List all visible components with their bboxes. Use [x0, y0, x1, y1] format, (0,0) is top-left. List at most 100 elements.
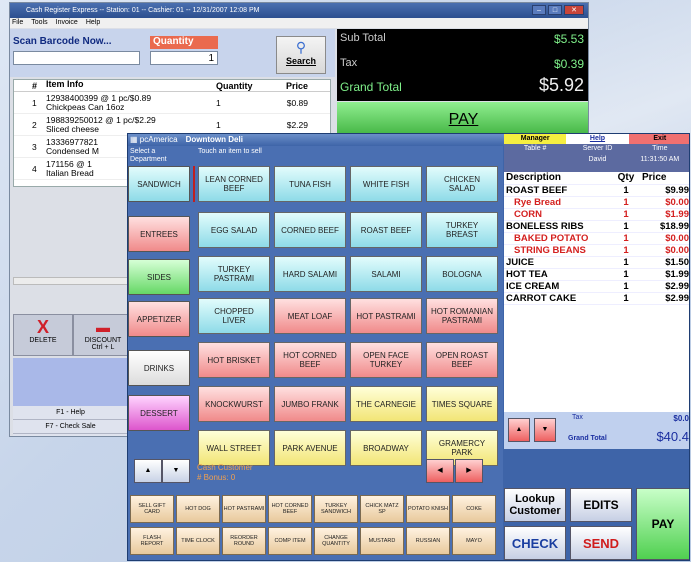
receipt-line[interactable]: ROAST BEEF 1 $9.99 [504, 185, 689, 197]
minus-icon: ▬ [96, 319, 110, 335]
item-button[interactable]: BOLOGNA [426, 256, 498, 292]
quick-button[interactable]: MUSTARD [360, 527, 404, 555]
discount-button[interactable]: ▬ DISCOUNT Ctrl + L [73, 314, 133, 356]
menu-tools[interactable]: Tools [31, 18, 47, 28]
item-button[interactable]: CHOPPED LIVER [198, 298, 270, 334]
f7-check-sale-button[interactable]: F7 - Check Sale [13, 420, 128, 434]
function-key-bar: F1 - Help F7 - Check Sale [13, 406, 128, 436]
item-button[interactable]: WALL STREET [198, 430, 270, 466]
receipt-totals: ▲ ▼ Tax $0.0 Grand Total $40.4 [504, 412, 689, 449]
quick-button[interactable]: FLASH REPORT [130, 527, 174, 555]
item-button[interactable]: TURKEY PASTRAMI [198, 256, 270, 292]
quick-button[interactable]: REORDER ROUND [222, 527, 266, 555]
pay-button-pos[interactable]: PAY [636, 488, 689, 560]
arrow-right-icon: ▶ [466, 467, 472, 474]
receipt-down-button[interactable]: ▼ [534, 418, 556, 442]
edits-button[interactable]: EDITS [570, 488, 632, 522]
quick-button[interactable]: RUSSIAN [406, 527, 450, 555]
maximize-icon[interactable]: □ [548, 5, 562, 15]
brand-label: pcAmerica [139, 135, 178, 144]
receipt-tax-value: $0.0 [673, 414, 689, 423]
send-button[interactable]: SEND [570, 526, 632, 560]
pay-button[interactable]: PAY [337, 102, 588, 136]
receipt-line[interactable]: HOT TEA 1 $1.99 [504, 269, 689, 281]
arrow-up-icon: ▲ [515, 426, 523, 433]
receipt-modifier-line[interactable]: BAKED POTATO 1 $0.00 [504, 233, 689, 245]
receipt-line[interactable]: CARROT CAKE 1 $2.99 [504, 293, 689, 305]
item-button[interactable]: OPEN FACE TURKEY [350, 342, 422, 378]
grand-total-value: $5.92 [538, 75, 584, 95]
subtotal-label: Sub Total [340, 32, 386, 44]
item-button[interactable]: EGG SALAD [198, 212, 270, 248]
item-button[interactable]: MEAT LOAF [274, 298, 346, 334]
item-button[interactable]: HOT ROMANIAN PASTRAMI [426, 298, 498, 334]
barcode-input[interactable] [13, 51, 140, 65]
dept-appetizer[interactable]: APPETIZER [128, 301, 190, 337]
table-row[interactable]: 1 12938400399 @ 1 pc/$0.89 Chickpeas Can … [14, 92, 330, 114]
receipt-panel: Manager Help Exit Table # Server ID Time… [504, 134, 689, 560]
totals-panel: Sub Total $5.53 Tax $0.39 Grand Total $5… [337, 29, 588, 101]
check-button[interactable]: CHECK [504, 526, 566, 560]
dept-sides[interactable]: SIDES [128, 259, 190, 295]
menu-invoice[interactable]: Invoice [56, 18, 78, 28]
minimize-icon[interactable]: – [532, 5, 546, 15]
quick-button[interactable]: CHICK MATZ SP [360, 495, 404, 523]
quick-button[interactable]: HOT DOG [176, 495, 220, 523]
item-button[interactable]: HOT BRISKET [198, 342, 270, 378]
item-button[interactable]: BROADWAY [350, 430, 422, 466]
item-button[interactable]: LEAN CORNED BEEF [198, 166, 270, 202]
menu-file[interactable]: File [12, 18, 23, 28]
item-button[interactable]: CORNED BEEF [274, 212, 346, 248]
quick-button[interactable]: TURKEY SANDWICH [314, 495, 358, 523]
dept-dessert[interactable]: DESSERT [128, 395, 190, 431]
lookup-customer-button[interactable]: Lookup Customer [504, 488, 566, 522]
quick-button[interactable]: HOT CORNED BEEF [268, 495, 312, 523]
quick-button[interactable]: CHANGE QUANTITY [314, 527, 358, 555]
receipt-up-button[interactable]: ▲ [508, 418, 530, 442]
item-button[interactable]: WHITE FISH [350, 166, 422, 202]
delete-button[interactable]: X DELETE [13, 314, 73, 356]
quick-button[interactable]: TIME CLOCK [176, 527, 220, 555]
close-icon[interactable]: ✕ [564, 5, 584, 15]
receipt-modifier-line[interactable]: CORN 1 $1.99 [504, 209, 689, 221]
receipt-modifier-line[interactable]: STRING BEANS 1 $0.00 [504, 245, 689, 257]
customer-info: Cash Customer # Bonus: 0 [197, 463, 253, 482]
search-button[interactable]: ⚲ Search [276, 36, 326, 74]
dept-up-button[interactable]: ▲ [134, 459, 162, 483]
receipt-modifier-line[interactable]: Rye Bread 1 $0.00 [504, 197, 689, 209]
item-button[interactable]: PARK AVENUE [274, 430, 346, 466]
quantity-input[interactable]: 1 [150, 51, 218, 65]
receipt-line[interactable]: BONELESS RIBS 1 $18.99 [504, 221, 689, 233]
item-button[interactable]: CHICKEN SALAD [426, 166, 498, 202]
horizontal-scrollbar[interactable] [13, 277, 128, 285]
quick-button[interactable]: POTATO KNISH [406, 495, 450, 523]
arrow-left-icon: ◀ [437, 467, 443, 474]
item-button[interactable]: SALAMI [350, 256, 422, 292]
receipt-line[interactable]: ICE CREAM 1 $2.99 [504, 281, 689, 293]
items-prev-button[interactable]: ◀ [426, 459, 454, 483]
quick-button[interactable]: MAYO [452, 527, 496, 555]
dept-sandwich[interactable]: SANDWICH [128, 166, 190, 202]
item-button[interactable]: HOT CORNED BEEF [274, 342, 346, 378]
dept-entrees[interactable]: ENTREES [128, 216, 190, 252]
menu-help[interactable]: Help [86, 18, 100, 28]
quick-button[interactable]: COKE [452, 495, 496, 523]
receipt-line[interactable]: JUICE 1 $1.50 [504, 257, 689, 269]
item-button[interactable]: TUNA FISH [274, 166, 346, 202]
item-button[interactable]: JUMBO FRANK [274, 386, 346, 422]
item-button[interactable]: ROAST BEEF [350, 212, 422, 248]
dept-down-button[interactable]: ▼ [162, 459, 190, 483]
item-button[interactable]: OPEN ROAST BEEF [426, 342, 498, 378]
quick-button[interactable]: HOT PASTRAMI [222, 495, 266, 523]
item-button[interactable]: HOT PASTRAMI [350, 298, 422, 334]
quick-button[interactable]: SELL GIFT CARD [130, 495, 174, 523]
items-next-button[interactable]: ▶ [455, 459, 483, 483]
item-button[interactable]: TURKEY BREAST [426, 212, 498, 248]
item-button[interactable]: HARD SALAMI [274, 256, 346, 292]
f1-help-button[interactable]: F1 - Help [13, 406, 128, 420]
item-button[interactable]: THE CARNEGIE [350, 386, 422, 422]
quick-button[interactable]: COMP ITEM [268, 527, 312, 555]
dept-drinks[interactable]: DRINKS [128, 350, 190, 386]
item-button[interactable]: KNOCKWURST [198, 386, 270, 422]
item-button[interactable]: TIMES SQUARE [426, 386, 498, 422]
